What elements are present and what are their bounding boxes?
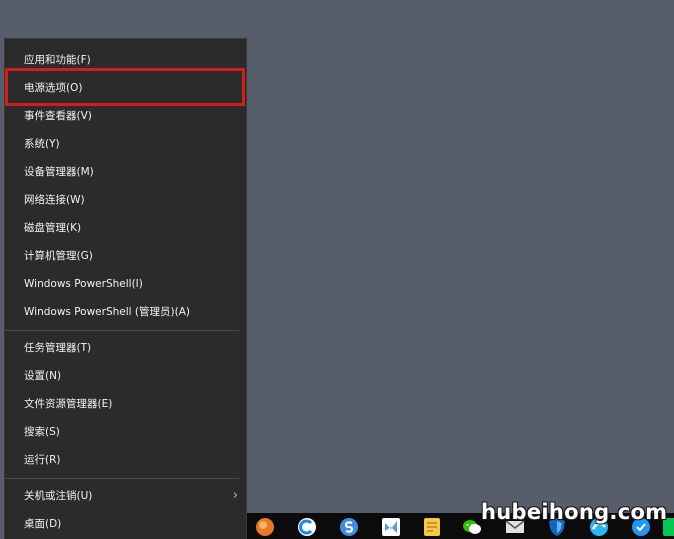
- orange-app-icon[interactable]: [255, 517, 275, 537]
- menu-item-network-connections[interactable]: 网络连接(W): [5, 186, 246, 214]
- menu-item-computer-management[interactable]: 计算机管理(G): [5, 242, 246, 270]
- menu-separator: [5, 478, 239, 479]
- menu-item-settings[interactable]: 设置(N): [5, 362, 246, 390]
- blue-c-app-icon[interactable]: [297, 517, 317, 537]
- menu-separator: [5, 330, 239, 331]
- menu-item-event-viewer[interactable]: 事件查看器(V): [5, 102, 246, 130]
- chevron-right-icon: ›: [232, 488, 238, 503]
- menu-item-powershell[interactable]: Windows PowerShell(I): [5, 270, 246, 298]
- notes-app-icon[interactable]: [422, 517, 442, 537]
- menu-item-shutdown-signout[interactable]: 关机或注销(U) ›: [5, 482, 246, 510]
- menu-item-file-explorer[interactable]: 文件资源管理器(E): [5, 390, 246, 418]
- sogou-s-icon[interactable]: [339, 517, 359, 537]
- menu-item-system[interactable]: 系统(Y): [5, 130, 246, 158]
- menu-item-power-options[interactable]: 电源选项(O): [5, 74, 246, 102]
- menu-item-device-manager[interactable]: 设备管理器(M): [5, 158, 246, 186]
- watermark-text: hubeihong.com: [481, 500, 668, 524]
- winx-context-menu: 应用和功能(F) 电源选项(O) 事件查看器(V) 系统(Y) 设备管理器(M)…: [4, 38, 247, 539]
- menu-item-powershell-admin[interactable]: Windows PowerShell (管理员)(A): [5, 298, 246, 326]
- wechat-icon[interactable]: [462, 517, 482, 537]
- visual-studio-icon[interactable]: [381, 517, 401, 537]
- menu-item-task-manager[interactable]: 任务管理器(T): [5, 334, 246, 362]
- menu-item-desktop[interactable]: 桌面(D): [5, 510, 246, 538]
- menu-item-run[interactable]: 运行(R): [5, 446, 246, 474]
- menu-item-disk-management[interactable]: 磁盘管理(K): [5, 214, 246, 242]
- menu-item-apps-features[interactable]: 应用和功能(F): [5, 46, 246, 74]
- menu-item-label: 关机或注销(U): [24, 490, 93, 502]
- menu-item-search[interactable]: 搜索(S): [5, 418, 246, 446]
